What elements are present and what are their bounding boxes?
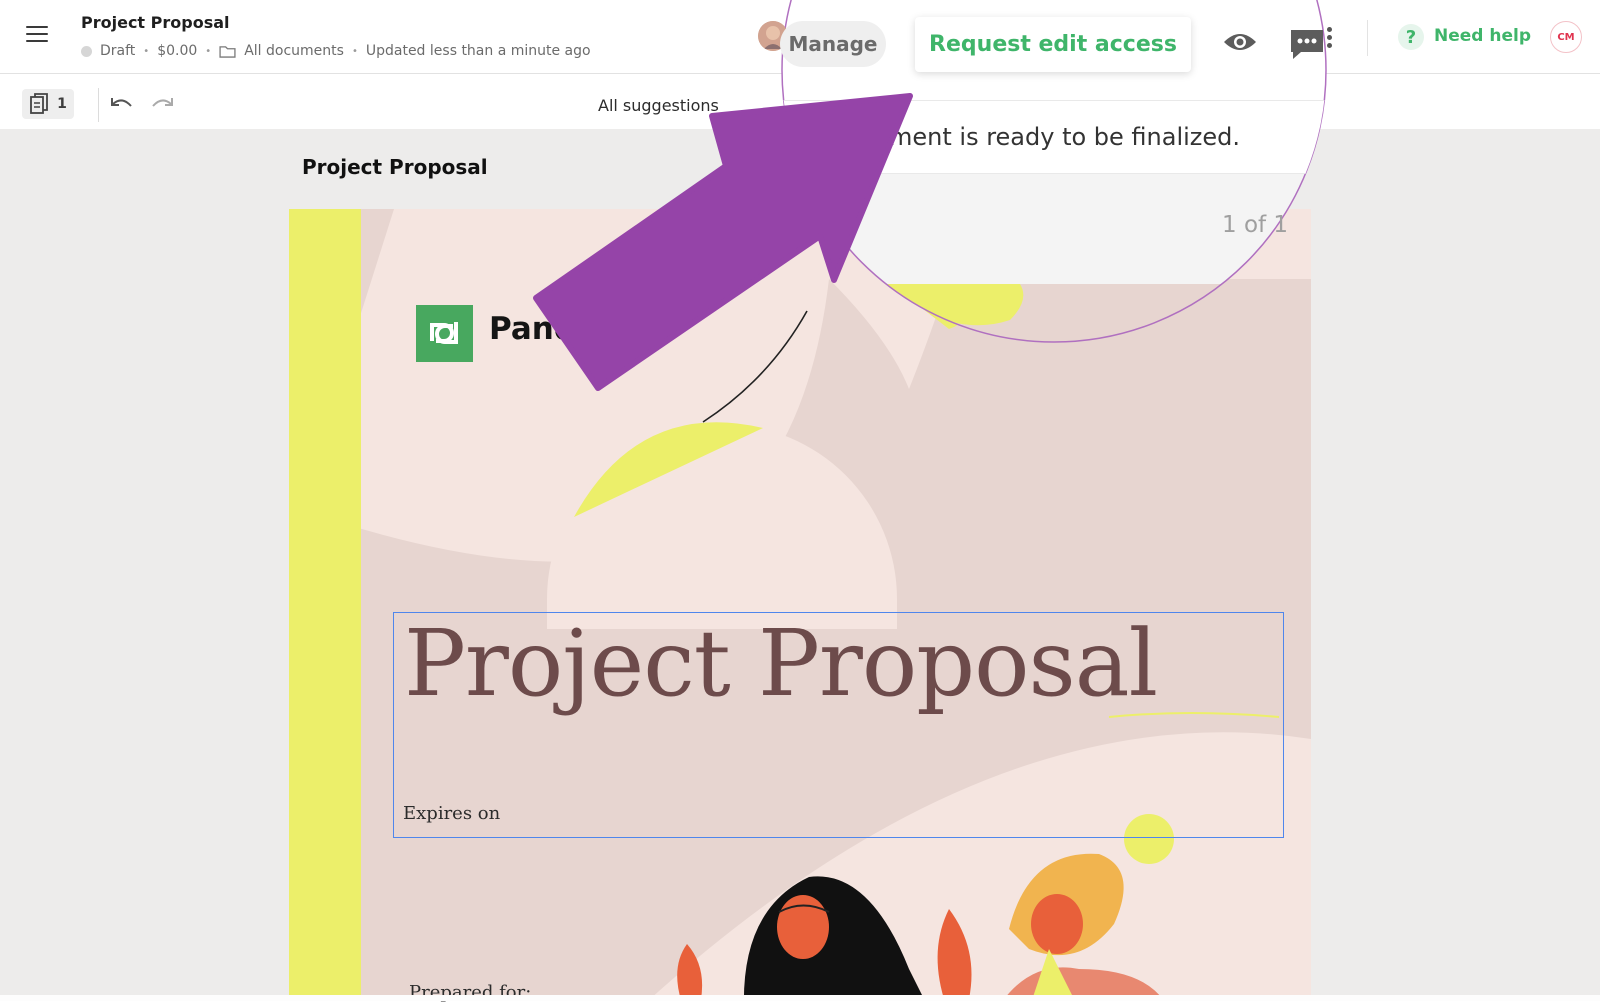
manage-button[interactable]: Manage xyxy=(780,21,886,67)
undo-icon[interactable] xyxy=(110,96,134,112)
expires-label: Expires on xyxy=(403,803,501,824)
all-suggestions-label[interactable]: All suggestions xyxy=(598,96,719,115)
need-help-link[interactable]: Need help xyxy=(1434,26,1531,46)
status-dot-icon xyxy=(81,45,92,57)
redo-icon[interactable] xyxy=(150,96,174,112)
updated-label: Updated less than a minute ago xyxy=(365,43,591,59)
document-title: Project Proposal xyxy=(81,13,230,32)
preview-eye-icon[interactable] xyxy=(1222,30,1258,54)
more-options-icon[interactable] xyxy=(1327,27,1332,51)
menu-icon[interactable] xyxy=(26,26,48,44)
separator-dot: • xyxy=(351,45,358,57)
divider xyxy=(1367,20,1368,56)
user-avatar[interactable]: CM xyxy=(1550,21,1582,53)
pandadoc-logo xyxy=(416,305,473,362)
pd-logo-icon xyxy=(416,305,473,362)
document-meta: Draft • $0.00 • All documents • Updated … xyxy=(81,43,591,59)
proposal-title[interactable]: Project Proposal xyxy=(404,610,1158,717)
request-edit-access-button[interactable]: Request edit access xyxy=(915,17,1191,72)
separator-dot: • xyxy=(143,45,150,57)
brand-name: Pand xyxy=(489,311,577,347)
document-canvas: Project Proposal xyxy=(0,129,1600,1001)
comments-icon[interactable] xyxy=(1289,27,1325,61)
divider xyxy=(98,88,99,122)
status-label: Draft xyxy=(100,43,136,59)
finalize-banner: ment is ready to be finalized. xyxy=(782,100,1326,174)
bottom-edge xyxy=(0,995,1600,1001)
page-counter: 1 of 1 xyxy=(1222,212,1289,238)
pages-button[interactable]: 1 xyxy=(22,89,74,119)
help-icon[interactable]: ? xyxy=(1398,24,1424,50)
folder-link[interactable]: All documents xyxy=(244,43,344,59)
separator-dot: • xyxy=(205,45,212,57)
page-section-title: Project Proposal xyxy=(302,155,488,179)
pages-icon xyxy=(30,93,49,114)
pages-count: 1 xyxy=(57,96,67,112)
folder-icon xyxy=(219,45,236,58)
price-label: $0.00 xyxy=(157,43,198,59)
